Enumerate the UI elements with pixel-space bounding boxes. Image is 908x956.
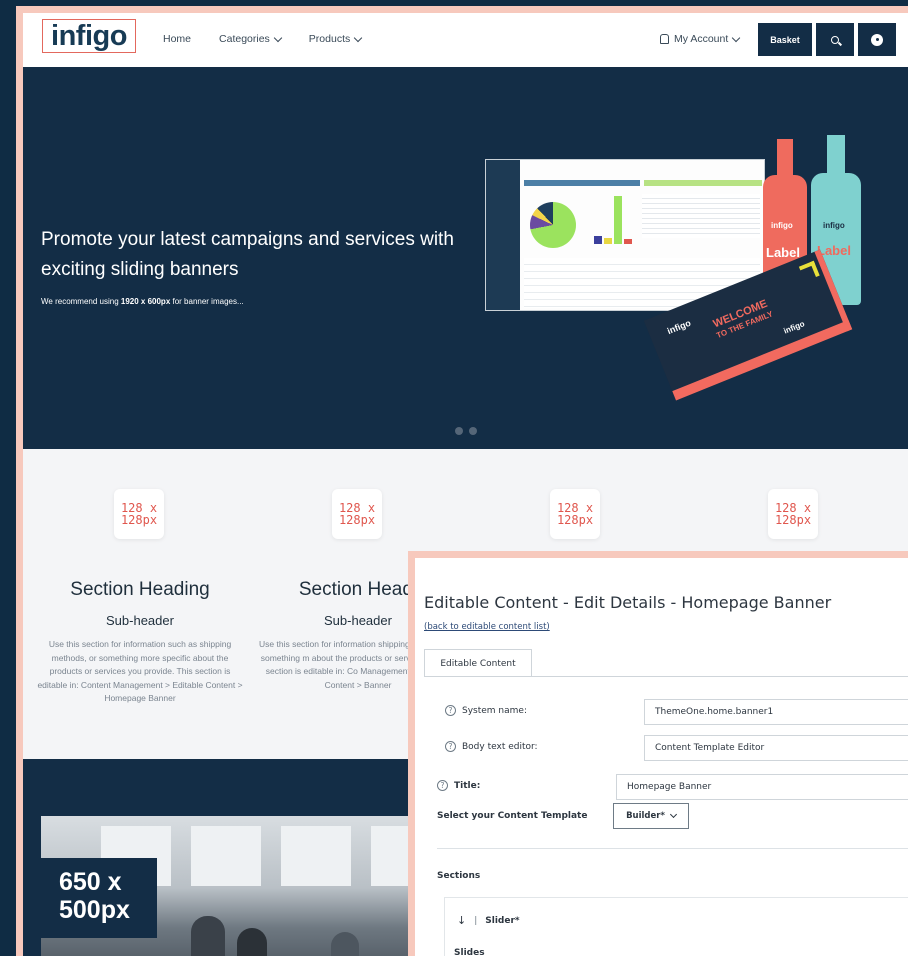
section-body: Use this section for information such as…	[37, 639, 243, 703]
settings-button[interactable]	[858, 23, 896, 56]
slides-label: Slides	[454, 948, 485, 956]
infigo-logo[interactable]: infigo	[42, 19, 136, 53]
slide-dot-2[interactable]	[469, 427, 477, 435]
body-editor-field[interactable]: Content Template Editor	[644, 735, 908, 761]
arrow-down-icon[interactable]: ↓	[457, 914, 466, 927]
panel-title: Editable Content - Edit Details - Homepa…	[424, 593, 832, 612]
slider-header[interactable]: ↓ | Slider*	[457, 914, 520, 927]
edit-details-panel: Editable Content - Edit Details - Homepa…	[408, 551, 908, 956]
search-button[interactable]	[816, 23, 854, 56]
user-icon	[660, 34, 669, 44]
feature-card: Section Heading Sub-header Use this sect…	[35, 579, 245, 706]
mock-pie-chart	[530, 202, 576, 248]
sections-heading: Sections	[437, 871, 481, 881]
office-photo: 650 x 500px	[41, 816, 441, 956]
hero-title: Promote your latest campaigns and servic…	[41, 229, 454, 280]
slider-section: ↓ | Slider* Slides	[444, 897, 908, 956]
image-placeholder: 128 x 128px	[114, 489, 164, 539]
mock-column	[624, 239, 632, 244]
mock-sidebar	[486, 160, 520, 310]
gear-icon	[873, 35, 881, 44]
slider-dots	[455, 427, 477, 435]
system-name-field[interactable]: ThemeOne.home.banner1	[644, 699, 908, 725]
mock-bar	[644, 180, 762, 186]
basket-button[interactable]: Basket	[758, 23, 812, 56]
image-placeholder: 128 x 128px	[768, 489, 818, 539]
help-icon[interactable]: ?	[445, 741, 456, 752]
help-icon[interactable]: ?	[445, 705, 456, 716]
chevron-down-icon	[732, 33, 741, 42]
tab-editable-content[interactable]: Editable Content	[424, 649, 532, 677]
nav-links: Home Categories Products	[163, 33, 363, 45]
my-account-menu[interactable]: My Account	[660, 33, 741, 45]
image-placeholder: 128 x 128px	[332, 489, 382, 539]
body-editor-label: ? Body text editor:	[445, 741, 538, 752]
content-template-dropdown[interactable]: Builder*	[613, 803, 689, 829]
mock-column	[604, 238, 612, 244]
top-navigation: infigo Home Categories Products My Accou…	[23, 13, 908, 67]
title-input[interactable]: Homepage Banner	[616, 774, 908, 800]
hero-banner: Promote your latest campaigns and servic…	[23, 67, 908, 449]
slide-dot-1[interactable]	[455, 427, 463, 435]
help-icon[interactable]: ?	[437, 780, 448, 791]
system-name-label: ? System name:	[445, 705, 527, 716]
nav-categories[interactable]: Categories	[219, 33, 283, 45]
mock-column	[614, 196, 622, 244]
section-subheader: Sub-header	[106, 613, 174, 628]
section-heading: Section Heading	[70, 579, 210, 600]
chevron-down-icon	[669, 810, 677, 819]
title-label: ? Title:	[437, 780, 480, 791]
image-placeholder: 128 x 128px	[550, 489, 600, 539]
mock-column	[594, 236, 602, 244]
nav-products[interactable]: Products	[309, 33, 363, 45]
template-label: Select your Content Template	[437, 811, 588, 821]
chevron-down-icon	[353, 33, 363, 42]
back-link[interactable]: (back to editable content list)	[424, 622, 550, 632]
image-size-tag: 650 x 500px	[41, 858, 157, 938]
search-icon	[831, 35, 839, 44]
chevron-down-icon	[273, 33, 283, 42]
mock-bar	[524, 180, 640, 186]
mock-table	[642, 194, 760, 238]
nav-home[interactable]: Home	[163, 33, 191, 45]
hero-subtitle: We recommend using 1920 x 600px for bann…	[41, 297, 244, 306]
